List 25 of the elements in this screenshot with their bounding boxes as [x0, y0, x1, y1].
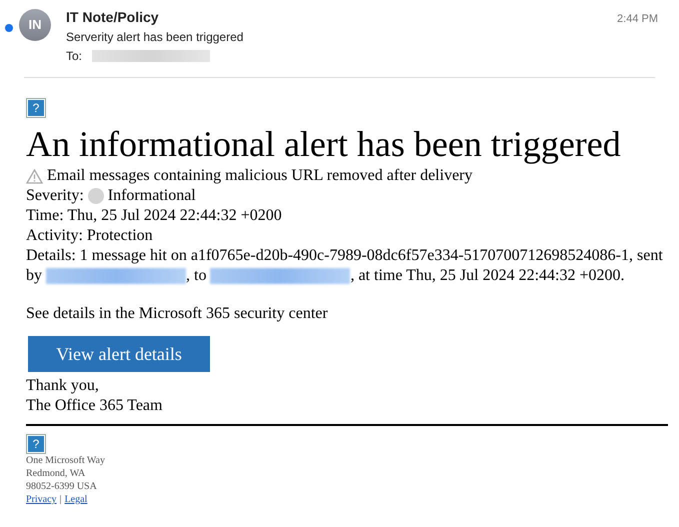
- privacy-link[interactable]: Privacy: [26, 493, 57, 506]
- alert-activity: Activity: Protection: [26, 226, 154, 246]
- subject: Serverity alert has been triggered: [66, 29, 244, 46]
- see-details-text: See details in the Microsoft 365 security center: [26, 304, 329, 324]
- view-alert-details-button[interactable]: View alert details: [28, 336, 210, 372]
- severity-label: Severity:: [26, 186, 84, 206]
- alert-heading: An informational alert has been triggered: [26, 124, 622, 164]
- severity-value: Informational: [108, 186, 196, 206]
- signature: The Office 365 Team: [26, 396, 164, 416]
- message-time: 2:44 PM: [617, 12, 658, 27]
- alert-details: Details: 1 message hit on a1f0765e-d20b-490c-7989-08dc6f57e334-5170700712698524086-1, sent by , to , at time Thu, 25 Jul 2024 22:44:32 +0200.: [26, 246, 664, 286]
- broken-image-icon: ?: [26, 434, 46, 454]
- footer-address-line: Redmond, WA: [26, 467, 86, 480]
- avatar: IN: [19, 9, 51, 41]
- thanks-text: Thank you,: [26, 376, 100, 396]
- legal-link[interactable]: Legal: [64, 493, 88, 506]
- alert-name: Email messages containing malicious URL removed after delivery: [47, 166, 472, 186]
- warning-icon: [26, 168, 43, 184]
- broken-image-icon: ?: [26, 98, 46, 118]
- link-separator: |: [60, 493, 62, 506]
- alert-time: Time: Thu, 25 Jul 2024 22:44:32 +0200: [26, 206, 283, 226]
- sender-name: IT Note/Policy: [66, 9, 160, 25]
- footer-address-line: One Microsoft Way: [26, 454, 106, 467]
- footer-address-line: 98052-6399 USA: [26, 480, 98, 493]
- to-label: To:: [66, 48, 82, 65]
